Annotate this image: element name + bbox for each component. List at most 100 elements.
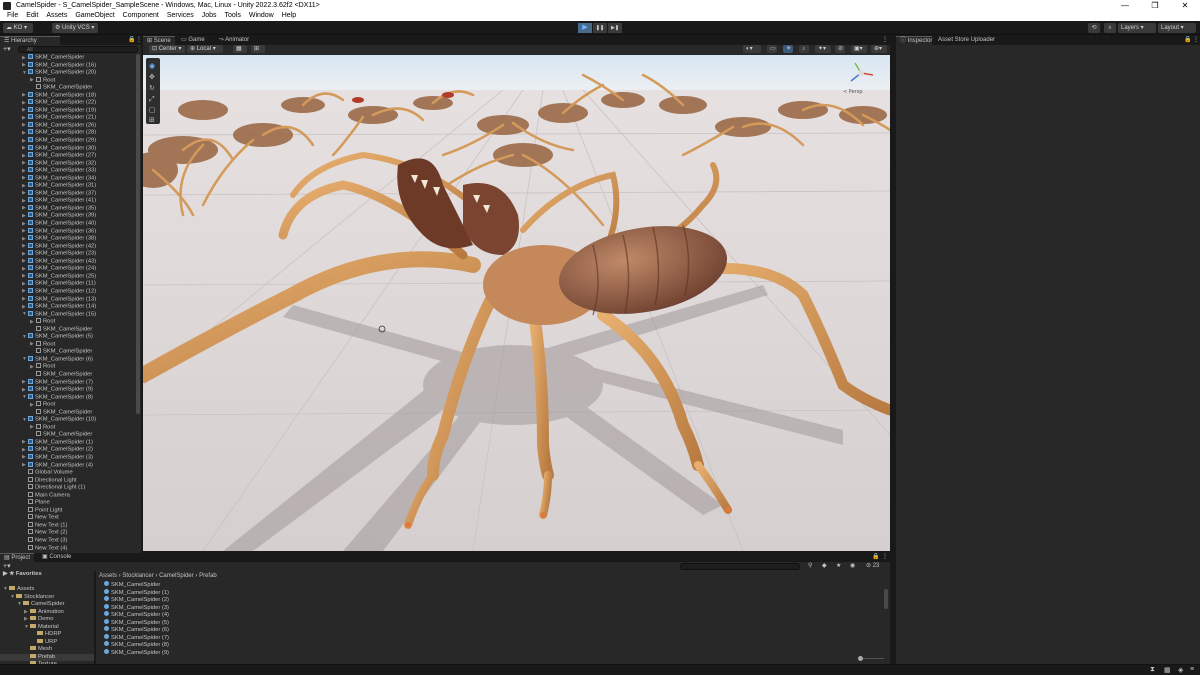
folder-tree-item[interactable]: URP bbox=[0, 638, 94, 647]
hierarchy-row[interactable]: Directional Light bbox=[0, 476, 136, 485]
hierarchy-row[interactable]: ▶ SKM_CamelSpider (30) bbox=[0, 144, 136, 153]
scene-viewport[interactable]: ◉ ✥ ↻ ⤢ ▢ ⊞ < Persp bbox=[143, 55, 890, 551]
hierarchy-scrollbar[interactable] bbox=[136, 54, 140, 414]
hierarchy-row[interactable]: SKM_CamelSpider bbox=[0, 370, 136, 379]
close-button[interactable]: ✕ bbox=[1170, 0, 1200, 11]
hierarchy-row[interactable]: New Text (4) bbox=[0, 544, 136, 553]
asset-list-item[interactable]: SKM_CamelSpider bbox=[104, 581, 874, 589]
hierarchy-row[interactable]: ▶ Root bbox=[0, 340, 136, 349]
menu-services[interactable]: Services bbox=[163, 11, 198, 21]
slider-thumb[interactable] bbox=[858, 656, 863, 661]
hand-tool-icon[interactable]: ◉ bbox=[149, 62, 155, 70]
asset-list-item[interactable]: SKM_CamelSpider (8) bbox=[104, 641, 874, 649]
icon-size-slider[interactable] bbox=[858, 656, 884, 661]
project-search-input[interactable] bbox=[680, 563, 800, 570]
inspector-menu-icon[interactable]: ⋮ bbox=[1189, 36, 1200, 45]
hierarchy-row[interactable]: ▼ SKM_CamelSpider (15) bbox=[0, 310, 136, 319]
tab-scene[interactable]: ⊞ Scene bbox=[143, 36, 175, 45]
hierarchy-row[interactable]: ▶ SKM_CamelSpider (41) bbox=[0, 197, 136, 205]
hierarchy-row[interactable]: ▶ SKM_CamelSpider (35) bbox=[0, 204, 136, 213]
hierarchy-row[interactable]: ▶ SKM_CamelSpider (38) bbox=[0, 235, 136, 243]
hierarchy-row[interactable]: SKM_CamelSpider bbox=[0, 348, 136, 356]
folder-tree-item[interactable]: ▼ Stocklancer bbox=[0, 593, 94, 602]
2d-toggle-icon[interactable]: ▭ bbox=[767, 45, 777, 53]
hierarchy-row[interactable]: ▶ SKM_CamelSpider (21) bbox=[0, 114, 136, 122]
menu-gameobject[interactable]: GameObject bbox=[71, 11, 118, 21]
asset-list-item[interactable]: SKM_CamelSpider (9) bbox=[104, 648, 874, 657]
hierarchy-row[interactable]: ▶ Root bbox=[0, 318, 136, 326]
search-icon[interactable]: ⌕ bbox=[1104, 23, 1116, 33]
hierarchy-row[interactable]: ▶ SKM_CamelSpider (18) bbox=[0, 91, 136, 100]
menu-component[interactable]: Component bbox=[119, 11, 163, 21]
hierarchy-row[interactable]: Directional Light (1) bbox=[0, 484, 136, 492]
gizmos-dropdown-icon[interactable]: ⊕▾ bbox=[871, 45, 887, 53]
filter-type-icon[interactable]: ⚲ bbox=[808, 562, 812, 571]
hierarchy-row[interactable]: ▶ SKM_CamelSpider (34) bbox=[0, 174, 136, 183]
menu-window[interactable]: Window bbox=[245, 11, 278, 21]
minimize-button[interactable]: — bbox=[1110, 0, 1140, 11]
cache-server-icon[interactable]: ▦ bbox=[1164, 666, 1171, 674]
create-asset-button[interactable]: +▾ bbox=[3, 562, 11, 571]
rect-tool-icon[interactable]: ▢ bbox=[149, 106, 156, 114]
hierarchy-row[interactable]: New Text (1) bbox=[0, 521, 136, 530]
hierarchy-row[interactable]: ▶ SKM_CamelSpider (23) bbox=[0, 250, 136, 258]
hierarchy-row[interactable]: ▶ SKM_CamelSpider (43) bbox=[0, 257, 136, 266]
snap-increment-icon[interactable]: ⊞ bbox=[251, 45, 265, 53]
hierarchy-row[interactable]: ▶ SKM_CamelSpider (42) bbox=[0, 242, 136, 251]
grid-snap-icon[interactable]: ▦ bbox=[233, 45, 247, 53]
hierarchy-row[interactable]: ▶ SKM_CamelSpider (31) bbox=[0, 182, 136, 190]
history-icon[interactable]: ⟲ bbox=[1088, 23, 1100, 33]
hierarchy-row[interactable]: New Text bbox=[0, 514, 136, 522]
hierarchy-row[interactable]: ▶ Root bbox=[0, 401, 136, 409]
hierarchy-row[interactable]: ▶ SKM_CamelSpider (27) bbox=[0, 152, 136, 160]
effects-dropdown-icon[interactable]: ✦▾ bbox=[815, 45, 831, 53]
asset-list-item[interactable]: SKM_CamelSpider (6) bbox=[104, 626, 874, 634]
hierarchy-row[interactable]: ▼ SKM_CamelSpider (8) bbox=[0, 393, 136, 402]
breadcrumb-assets[interactable]: Assets bbox=[99, 573, 117, 579]
menu-tools[interactable]: Tools bbox=[221, 11, 245, 21]
hierarchy-row[interactable]: ▶ SKM_CamelSpider (11) bbox=[0, 280, 136, 288]
folder-tree-item[interactable]: Prefab bbox=[0, 653, 94, 661]
hierarchy-row[interactable]: ▶ SKM_CamelSpider (39) bbox=[0, 212, 136, 220]
hierarchy-row[interactable]: ▶ Root bbox=[0, 423, 136, 432]
menu-file[interactable]: File bbox=[3, 11, 22, 21]
hierarchy-row[interactable]: SKM_CamelSpider bbox=[0, 325, 136, 334]
menu-help[interactable]: Help bbox=[278, 11, 300, 21]
tab-game[interactable]: ▭ Game bbox=[177, 36, 209, 45]
hierarchy-row[interactable]: ▶ SKM_CamelSpider (4) bbox=[0, 461, 136, 470]
folder-tree-item[interactable]: ▼ Assets bbox=[0, 586, 94, 594]
hierarchy-row[interactable]: ▶ SKM_CamelSpider (24) bbox=[0, 265, 136, 273]
transform-tool-icon[interactable]: ⊞ bbox=[149, 116, 155, 124]
tab-console[interactable]: ▣ Console bbox=[38, 553, 75, 562]
tab-inspector[interactable]: ⓘ Inspector bbox=[896, 36, 932, 45]
hierarchy-row[interactable]: ▼ SKM_CamelSpider (20) bbox=[0, 69, 136, 77]
hierarchy-row[interactable]: SKM_CamelSpider bbox=[0, 84, 136, 92]
scene-menu-icon[interactable]: ⋮ bbox=[878, 36, 892, 45]
layers-dropdown[interactable]: Layers ▾ bbox=[1118, 23, 1156, 33]
hierarchy-row[interactable]: ▼ SKM_CamelSpider (5) bbox=[0, 333, 136, 341]
hierarchy-row[interactable]: SKM_CamelSpider bbox=[0, 408, 136, 417]
favorites-header[interactable]: ▶ ★ Favorites bbox=[0, 571, 94, 579]
pause-button[interactable]: ❚❚ bbox=[593, 23, 607, 33]
visibility-icon[interactable]: ◉ bbox=[850, 562, 855, 571]
asset-list-item[interactable]: SKM_CamelSpider (4) bbox=[104, 611, 874, 619]
hierarchy-row[interactable]: ▶ SKM_CamelSpider (32) bbox=[0, 159, 136, 168]
hierarchy-row[interactable]: ▶ SKM_CamelSpider (26) bbox=[0, 121, 136, 130]
maximize-button[interactable]: ❐ bbox=[1140, 0, 1170, 11]
hierarchy-row[interactable]: New Text (2) bbox=[0, 529, 136, 537]
folder-tree-item[interactable]: ▼ CamelSpider bbox=[0, 601, 94, 609]
tab-project[interactable]: ▤ Project bbox=[0, 553, 34, 562]
folder-tree-item[interactable]: HDRP bbox=[0, 631, 94, 639]
hierarchy-row[interactable]: ▶ SKM_CamelSpider (2) bbox=[0, 446, 136, 454]
menu-edit[interactable]: Edit bbox=[22, 11, 42, 21]
vcs-dropdown[interactable]: ⚙ Unity VCS ▾ bbox=[52, 23, 98, 33]
project-scrollbar[interactable] bbox=[884, 589, 888, 609]
layout-dropdown[interactable]: Layout ▾ bbox=[1158, 23, 1196, 33]
asset-list-item[interactable]: SKM_CamelSpider (1) bbox=[104, 588, 874, 597]
hierarchy-row[interactable]: ▶ SKM_CamelSpider (29) bbox=[0, 137, 136, 145]
add-object-button[interactable]: +▾ bbox=[3, 45, 11, 54]
project-splitter[interactable] bbox=[94, 571, 96, 664]
hierarchy-row[interactable]: ▶ SKM_CamelSpider (25) bbox=[0, 272, 136, 281]
hierarchy-row[interactable]: ▶ SKM_CamelSpider (9) bbox=[0, 386, 136, 394]
hierarchy-row[interactable]: SKM_CamelSpider bbox=[0, 431, 136, 439]
